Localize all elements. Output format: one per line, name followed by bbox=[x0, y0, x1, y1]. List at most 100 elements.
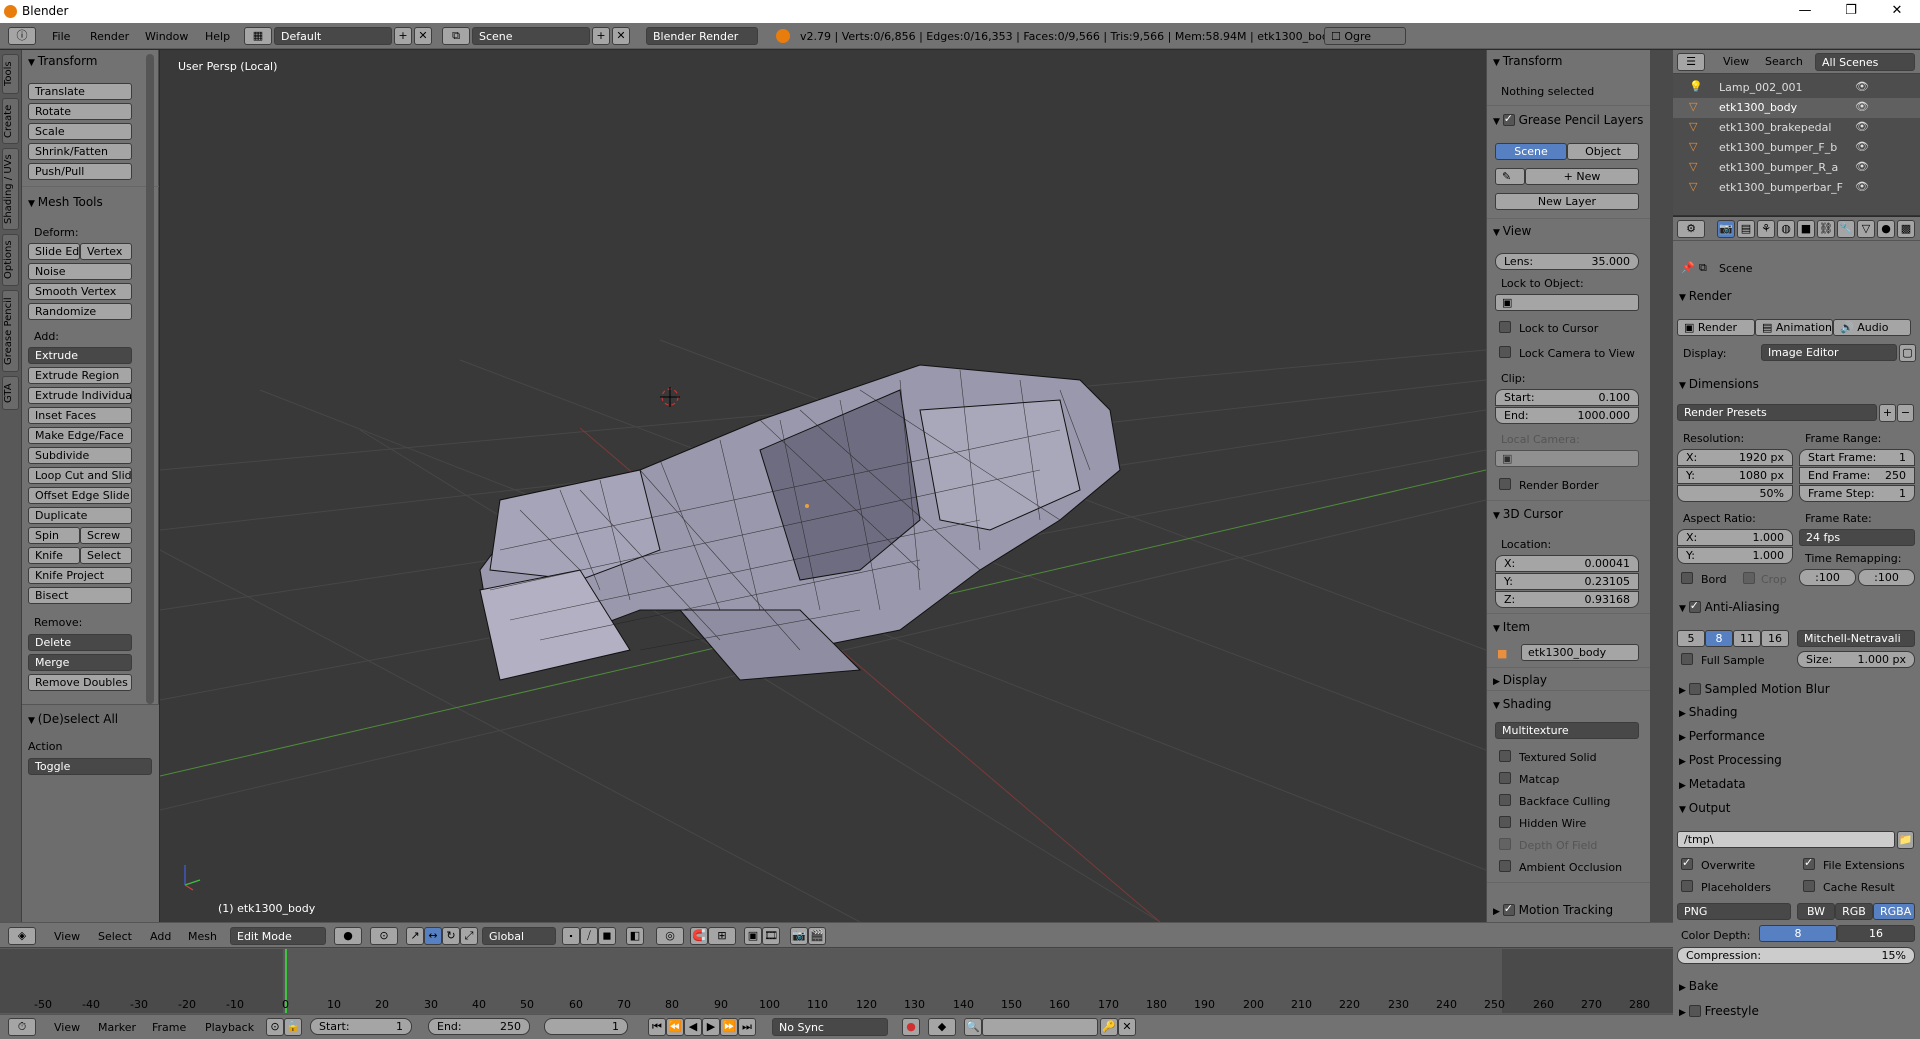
render-audio-button[interactable]: 🔊 Audio bbox=[1833, 319, 1911, 336]
scene-select[interactable]: Scene bbox=[472, 27, 590, 45]
color-depth-16-button[interactable]: 16 bbox=[1837, 925, 1915, 942]
translate-manipulator-icon[interactable]: ↔ bbox=[424, 927, 442, 945]
lock-to-cursor-checkbox[interactable] bbox=[1499, 321, 1511, 333]
outliner-editor-icon[interactable]: ☰ bbox=[1677, 53, 1705, 71]
pivot-point-icon[interactable]: ⊙ bbox=[370, 927, 398, 945]
view3d-add-menu[interactable]: Add bbox=[150, 930, 171, 943]
3d-cursor-header[interactable]: 3D Cursor bbox=[1487, 505, 1651, 525]
rotate-manipulator-icon[interactable]: ↻ bbox=[442, 927, 460, 945]
world-tab-icon[interactable]: ◍ bbox=[1777, 220, 1795, 238]
lock-object-field[interactable]: ▣ bbox=[1495, 294, 1639, 311]
transform-panel-header[interactable]: Transform bbox=[22, 52, 159, 72]
display-select[interactable]: Image Editor bbox=[1761, 344, 1897, 361]
scene-tab-icon[interactable]: ⚘ bbox=[1757, 220, 1775, 238]
object-tab-icon[interactable]: ■ bbox=[1797, 220, 1815, 238]
bake-section-header[interactable]: Bake bbox=[1673, 977, 1920, 997]
knife-button[interactable]: Knife bbox=[28, 547, 80, 564]
face-select-icon[interactable]: ◼ bbox=[598, 927, 616, 945]
timeline-start-field[interactable]: Start: 1 bbox=[310, 1018, 412, 1035]
render-animation-button[interactable]: ▤ Animation bbox=[1755, 319, 1833, 336]
gp-scene-tab[interactable]: Scene bbox=[1495, 143, 1567, 160]
offset-edge-slide-button[interactable]: Offset Edge Slide bbox=[28, 487, 132, 504]
vertex-slide-button[interactable]: Vertex bbox=[80, 243, 132, 260]
menu-file[interactable]: File bbox=[52, 30, 70, 43]
snap-toggle-icon[interactable]: 🧲 bbox=[690, 927, 708, 945]
knife-select-button[interactable]: Select bbox=[80, 547, 132, 564]
proportional-edit-icon[interactable]: ◎ bbox=[656, 927, 684, 945]
knife-project-button[interactable]: Knife Project bbox=[28, 567, 132, 584]
extrude-menu[interactable]: Extrude bbox=[28, 347, 132, 364]
hidden-wire-checkbox[interactable] bbox=[1499, 816, 1511, 828]
scene-add-icon[interactable]: + bbox=[592, 27, 610, 45]
color-bw-button[interactable]: BW bbox=[1797, 903, 1835, 920]
jump-end-icon[interactable]: ⏭ bbox=[738, 1018, 756, 1036]
timeline-playback-menu[interactable]: Playback bbox=[205, 1021, 254, 1034]
eye-icon[interactable]: 👁 bbox=[1855, 80, 1869, 93]
delete-menu[interactable]: Delete bbox=[28, 634, 132, 651]
outliner-row[interactable]: ▽ etk1300_bumperbar_F 👁 bbox=[1673, 178, 1920, 198]
timeline-marker-menu[interactable]: Marker bbox=[98, 1021, 136, 1034]
info-editor-type-icon[interactable]: ⓘ bbox=[8, 27, 36, 45]
preview-range-icon[interactable]: ⊙ bbox=[266, 1018, 284, 1036]
scene-remove-icon[interactable]: ✕ bbox=[612, 27, 630, 45]
lock-camera-checkbox[interactable] bbox=[1499, 346, 1511, 358]
keying-set-search-icon[interactable]: 🔍 bbox=[964, 1018, 982, 1036]
jump-keyframe-forward-icon[interactable]: ⏩ bbox=[720, 1018, 738, 1036]
merge-menu[interactable]: Merge bbox=[28, 654, 132, 671]
resolution-y-field[interactable]: Y: 1080 px bbox=[1677, 467, 1793, 484]
manipulator-toggle-icon[interactable]: ↗ bbox=[406, 927, 424, 945]
dimensions-panel-header[interactable]: Dimensions bbox=[1673, 375, 1920, 395]
item-panel-header[interactable]: Item bbox=[1487, 618, 1651, 638]
shading-panel-header[interactable]: Shading bbox=[1487, 695, 1651, 715]
resolution-x-field[interactable]: X: 1920 px bbox=[1677, 449, 1793, 466]
rotate-button[interactable]: Rotate bbox=[28, 103, 132, 120]
bisect-button[interactable]: Bisect bbox=[28, 587, 132, 604]
close-button[interactable]: ✕ bbox=[1874, 0, 1920, 23]
display-panel-header[interactable]: Display bbox=[1487, 671, 1651, 691]
shading-section-header[interactable]: Shading bbox=[1673, 703, 1920, 723]
menu-window[interactable]: Window bbox=[145, 30, 188, 43]
post-processing-section-header[interactable]: Post Processing bbox=[1673, 751, 1920, 771]
inset-faces-button[interactable]: Inset Faces bbox=[28, 407, 132, 424]
grease-pencil-checkbox[interactable] bbox=[1502, 112, 1515, 126]
timeline-view-menu[interactable]: View bbox=[54, 1021, 80, 1034]
constraints-tab-icon[interactable]: ⛓ bbox=[1817, 220, 1835, 238]
animation-render-icon[interactable]: 🎬 bbox=[808, 927, 826, 945]
subdivide-button[interactable]: Subdivide bbox=[28, 447, 132, 464]
outliner-row[interactable]: ▽ etk1300_body 👁 bbox=[1673, 98, 1920, 118]
tab-options[interactable]: Options bbox=[2, 234, 19, 286]
slide-edge-button[interactable]: Slide Ed bbox=[28, 243, 80, 260]
anti-aliasing-checkbox[interactable] bbox=[1688, 599, 1701, 613]
eye-icon[interactable]: 👁 bbox=[1855, 120, 1869, 133]
active-keying-set-field[interactable] bbox=[982, 1018, 1098, 1036]
backface-culling-checkbox[interactable] bbox=[1499, 794, 1511, 806]
remap-old-field[interactable]: :100 bbox=[1799, 569, 1856, 586]
freestyle-section-header[interactable]: Freestyle bbox=[1673, 1001, 1920, 1021]
jump-keyframe-back-icon[interactable]: ⏪ bbox=[666, 1018, 684, 1036]
minimize-button[interactable]: — bbox=[1782, 0, 1828, 23]
translate-button[interactable]: Translate bbox=[28, 83, 132, 100]
aspect-y-field[interactable]: Y: 1.000 bbox=[1677, 547, 1793, 564]
pin-icon[interactable]: 📌 bbox=[1681, 261, 1695, 274]
frame-step-field[interactable]: Frame Step: 1 bbox=[1799, 485, 1915, 502]
remove-doubles-button[interactable]: Remove Doubles bbox=[28, 674, 132, 691]
aa-samples-8[interactable]: 8 bbox=[1705, 630, 1733, 647]
tab-shading-uvs[interactable]: Shading / UVs bbox=[2, 148, 19, 230]
screw-button[interactable]: Screw bbox=[80, 527, 132, 544]
full-sample-checkbox[interactable] bbox=[1681, 653, 1693, 665]
maximize-button[interactable]: ❐ bbox=[1828, 0, 1874, 23]
motion-tracking-header[interactable]: Motion Tracking bbox=[1487, 900, 1651, 920]
output-path-field[interactable]: /tmp\ bbox=[1677, 831, 1895, 848]
tab-create[interactable]: Create bbox=[2, 98, 19, 144]
timeline-frame-menu[interactable]: Frame bbox=[152, 1021, 186, 1034]
clip-end-field[interactable]: End: 1000.000 bbox=[1495, 407, 1639, 424]
render-presets-select[interactable]: Render Presets bbox=[1677, 404, 1877, 421]
output-panel-header[interactable]: Output bbox=[1673, 799, 1920, 819]
toolshelf-scrollbar[interactable] bbox=[146, 54, 154, 704]
cursor-y-field[interactable]: Y: 0.23105 bbox=[1495, 573, 1639, 590]
3d-viewport[interactable]: User Persp (Local) (1) etk1300_body bbox=[160, 50, 1486, 922]
local-camera-field[interactable]: ▣ bbox=[1495, 450, 1639, 467]
freestyle-checkbox[interactable] bbox=[1688, 1005, 1701, 1017]
layout-remove-icon[interactable]: ✕ bbox=[414, 27, 432, 45]
spin-button[interactable]: Spin bbox=[28, 527, 80, 544]
